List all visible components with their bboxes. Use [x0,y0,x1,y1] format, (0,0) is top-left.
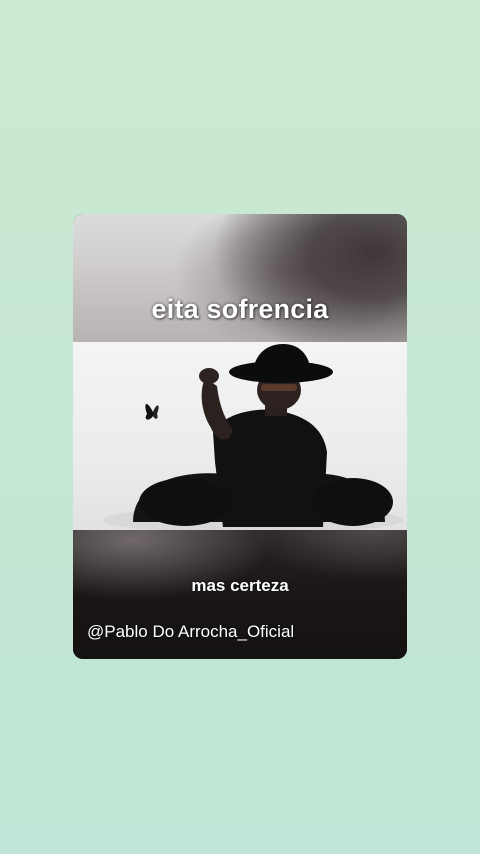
top-caption: eita sofrencia [151,294,329,324]
bottom-caption: mas certeza [191,576,289,595]
person-knee-right [313,478,393,526]
sunglasses [261,384,297,391]
person-arm [201,378,233,440]
person-knee-left [139,478,231,526]
butterfly-icon [145,403,159,420]
hat-crown [253,344,311,372]
video-image [103,344,403,530]
video-card[interactable]: eita sofrencia mas certeza @Pablo Do Arr… [73,214,407,659]
watermark-handle: @Pablo Do Arrocha_Oficial [87,622,295,641]
person-hand [199,368,219,384]
video-frame[interactable] [73,342,407,530]
